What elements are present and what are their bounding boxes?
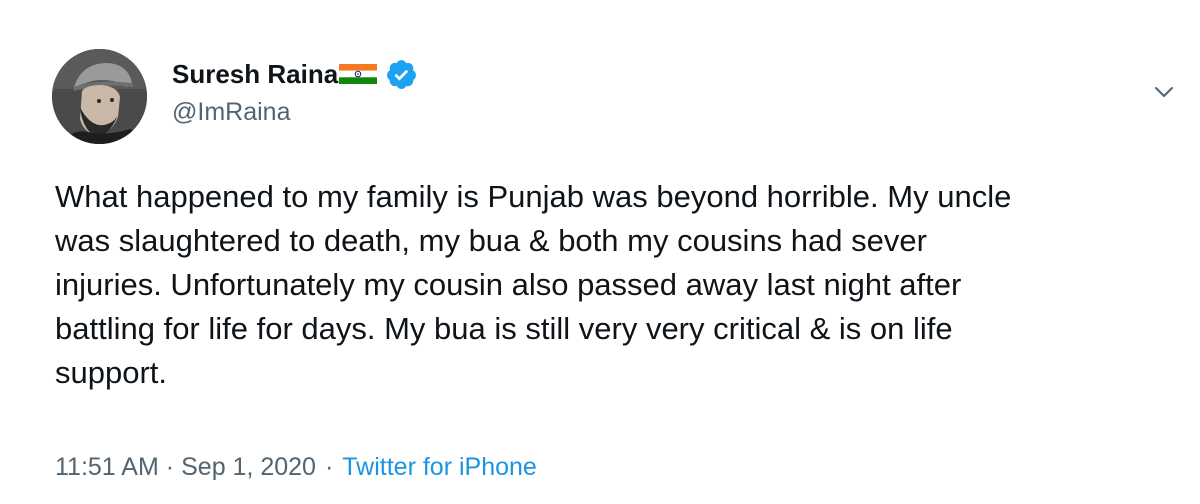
tweet-text: What happened to my family is Punjab was… [55, 179, 1012, 390]
tweet-card: Suresh Raina @ImRaina What happened to m… [0, 0, 1200, 504]
meta-separator: · [324, 452, 334, 481]
chevron-down-icon[interactable] [1152, 80, 1176, 104]
author-display-name[interactable]: Suresh Raina [172, 59, 338, 90]
author-name-row[interactable]: Suresh Raina [172, 56, 418, 92]
tweet-meta: 11:51 AM · Sep 1, 2020 · Twitter for iPh… [55, 450, 537, 484]
verified-badge-icon [385, 58, 418, 91]
avatar[interactable] [52, 49, 147, 144]
india-flag-icon [339, 62, 378, 86]
tweet-date[interactable]: Sep 1, 2020 [181, 453, 316, 482]
tweet-source-link[interactable]: Twitter for iPhone [342, 453, 537, 482]
profile-photo-avatar [52, 49, 147, 144]
meta-separator: · [165, 452, 175, 481]
author-handle[interactable]: @ImRaina [172, 98, 290, 127]
tweet-time[interactable]: 11:51 AM [55, 453, 159, 482]
